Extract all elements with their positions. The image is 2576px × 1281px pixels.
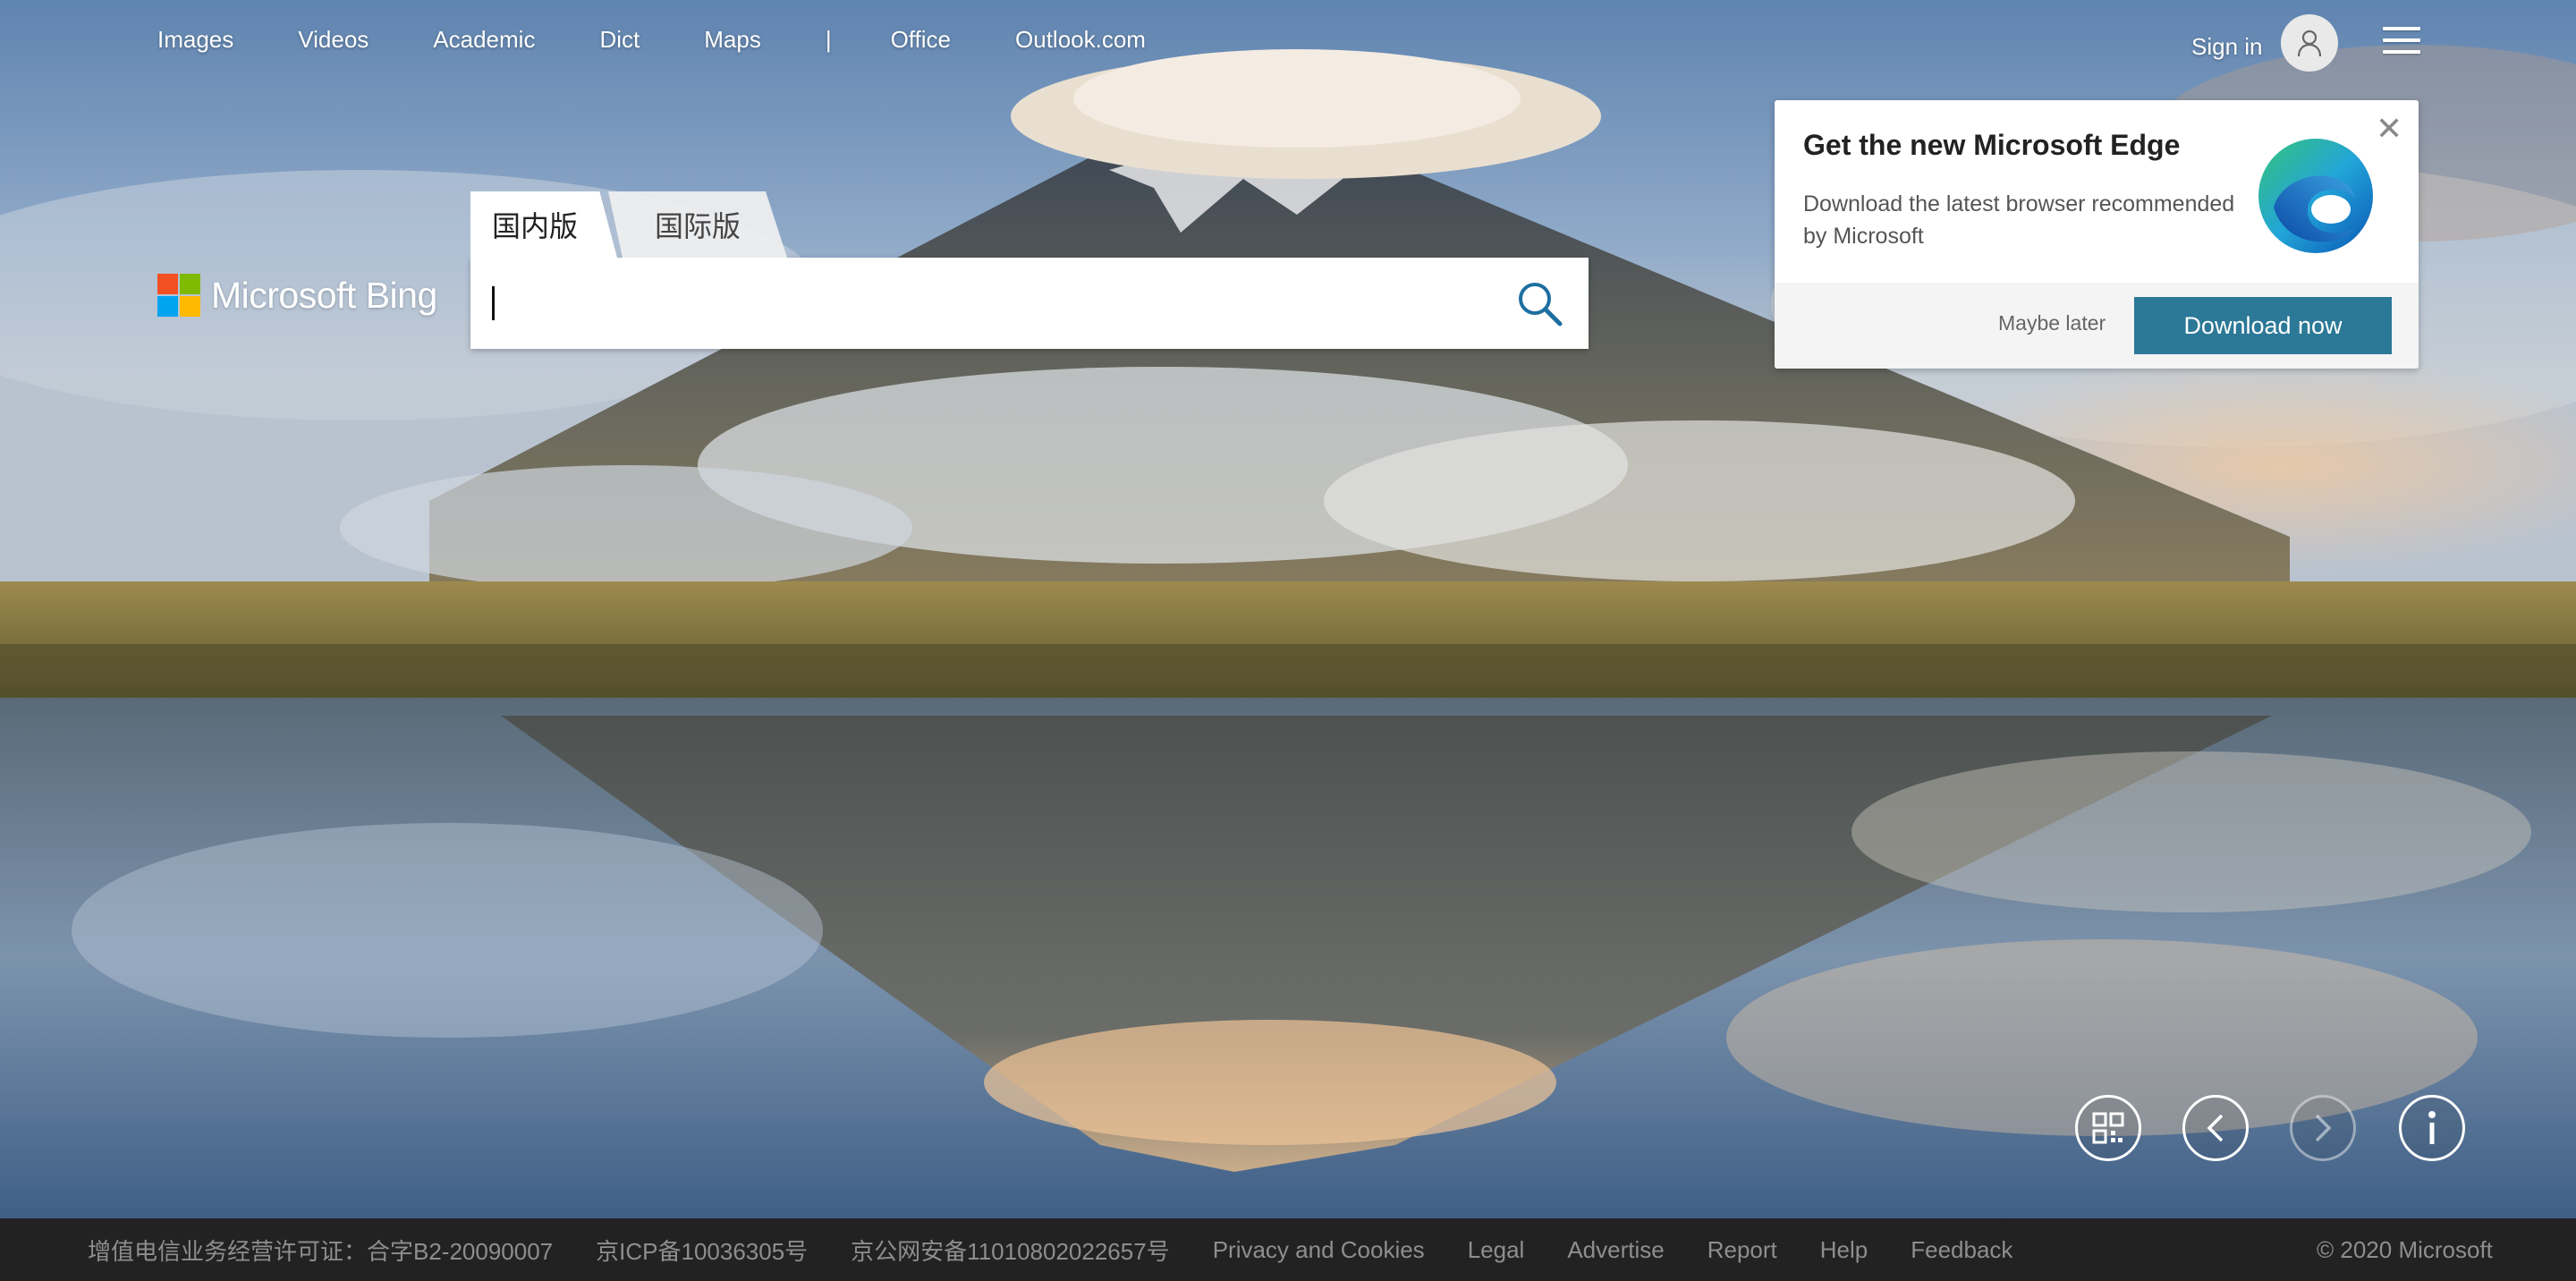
sign-in-area[interactable]: Sign in <box>2191 14 2338 72</box>
edge-logo-icon <box>2258 139 2373 253</box>
qr-code-button[interactable] <box>2075 1095 2141 1161</box>
search-box <box>470 258 1589 349</box>
logo-text: Microsoft Bing <box>211 274 437 316</box>
previous-image-button[interactable] <box>2182 1095 2249 1161</box>
footer-copyright: © 2020 Microsoft <box>2317 1235 2493 1263</box>
nav-separator: | <box>825 25 832 53</box>
info-icon <box>2428 1111 2436 1144</box>
footer-privacy-link[interactable]: Privacy and Cookies <box>1213 1236 1425 1264</box>
nav-link-videos[interactable]: Videos <box>298 26 369 54</box>
text-caret <box>492 286 495 320</box>
footer-advertise-link[interactable]: Advertise <box>1567 1236 1664 1264</box>
footer-police[interactable]: 京公网安备11010802022657号 <box>851 1234 1170 1267</box>
maybe-later-link[interactable]: Maybe later <box>1998 311 2106 335</box>
hamburger-menu-icon[interactable] <box>2383 27 2420 54</box>
chevron-left-icon <box>2207 1114 2224 1142</box>
download-now-button[interactable]: Download now <box>2134 297 2392 354</box>
nav-link-dict[interactable]: Dict <box>599 26 640 54</box>
nav-link-images[interactable]: Images <box>157 26 233 54</box>
promo-title: Get the new Microsoft Edge <box>1803 129 2181 161</box>
search-scope-tabs: 国内版 国际版 <box>470 191 792 258</box>
footer: 增值电信业务经营许可证：合字B2-20090007 京ICP备10036305号… <box>0 1218 2576 1281</box>
footer-feedback-link[interactable]: Feedback <box>1911 1236 2012 1264</box>
footer-legal-link[interactable]: Legal <box>1468 1236 1525 1264</box>
microsoft-logo-icon <box>157 274 200 317</box>
search-input[interactable] <box>488 277 1476 331</box>
chevron-right-icon <box>2315 1114 2332 1142</box>
footer-license[interactable]: 增值电信业务经营许可证：合字B2-20090007 <box>88 1234 553 1267</box>
avatar[interactable] <box>2280 14 2338 72</box>
close-icon[interactable]: ✕ <box>2376 113 2402 145</box>
bing-logo[interactable]: Microsoft Bing <box>157 274 437 317</box>
tab-international[interactable]: 国际版 <box>608 191 787 258</box>
footer-icp[interactable]: 京ICP备10036305号 <box>596 1234 808 1267</box>
nav-link-office[interactable]: Office <box>891 26 951 54</box>
next-image-button[interactable] <box>2290 1095 2356 1161</box>
tab-domestic[interactable]: 国内版 <box>470 191 617 258</box>
footer-report-link[interactable]: Report <box>1707 1236 1777 1264</box>
user-icon <box>2297 30 2321 57</box>
promo-footer: Maybe later Download now <box>1775 283 2419 369</box>
top-nav: Images Videos Academic Dict Maps | Offic… <box>157 23 1210 55</box>
footer-help-link[interactable]: Help <box>1820 1236 1868 1264</box>
search-icon[interactable] <box>1515 279 1565 329</box>
image-info-button[interactable] <box>2399 1095 2465 1161</box>
nav-link-academic[interactable]: Academic <box>433 26 535 54</box>
nav-link-maps[interactable]: Maps <box>704 26 761 54</box>
edge-promo-card: Get the new Microsoft Edge Download the … <box>1775 100 2419 369</box>
sign-in-link[interactable]: Sign in <box>2191 33 2263 61</box>
qr-code-icon <box>2092 1112 2124 1144</box>
nav-link-outlook[interactable]: Outlook.com <box>1015 26 1146 54</box>
promo-description: Download the latest browser recommended … <box>1803 191 2235 249</box>
